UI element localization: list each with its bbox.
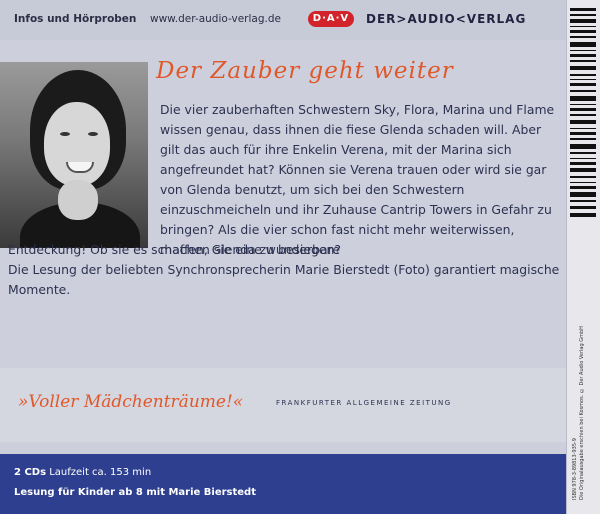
narrator-paragraph: Die Lesung der beliebten Synchronspreche… bbox=[8, 262, 560, 297]
cd-info: 2 CDs Laufzeit ca. 153 min bbox=[14, 467, 151, 478]
quote-source: FRANKFURTER ALLGEMEINE ZEITUNG bbox=[276, 399, 452, 407]
runtime: Laufzeit ca. 153 min bbox=[46, 467, 152, 478]
spine-small-print: ISBN 978-3-89813-935-9 Die Originalausga… bbox=[572, 230, 596, 500]
audience-info: Lesung für Kinder ab 8 mit Marie Bierste… bbox=[14, 487, 256, 498]
narrator-photo bbox=[0, 62, 148, 248]
copyright-text: Die Originalausgabe erschien bei Kosmos.… bbox=[579, 326, 585, 500]
dav-logo-badge: D·A·V bbox=[308, 11, 354, 27]
cd-count: 2 CDs bbox=[14, 467, 47, 478]
book-title: Der Zauber geht weiter bbox=[156, 58, 454, 84]
description-paragraph: Die vier zauberhaften Schwestern Sky, Fl… bbox=[160, 102, 555, 257]
website-url: www.der-audio-verlag.de bbox=[150, 13, 281, 25]
footer-bar bbox=[0, 454, 566, 514]
press-quote: »Voller Mädchenträume!« bbox=[18, 392, 244, 412]
publisher-name: DER>AUDIO<VERLAG bbox=[366, 12, 527, 26]
isbn-text: ISBN 978-3-89813-935-9 bbox=[572, 438, 578, 500]
barcode-icon bbox=[570, 8, 596, 217]
description-continued: Entdeckung! Ob sie es schaffen, Glenda z… bbox=[8, 240, 564, 300]
description-line: Entdeckung! Ob sie es schaffen, Glenda z… bbox=[8, 242, 341, 257]
info-label: Infos und Hörproben bbox=[14, 13, 137, 25]
